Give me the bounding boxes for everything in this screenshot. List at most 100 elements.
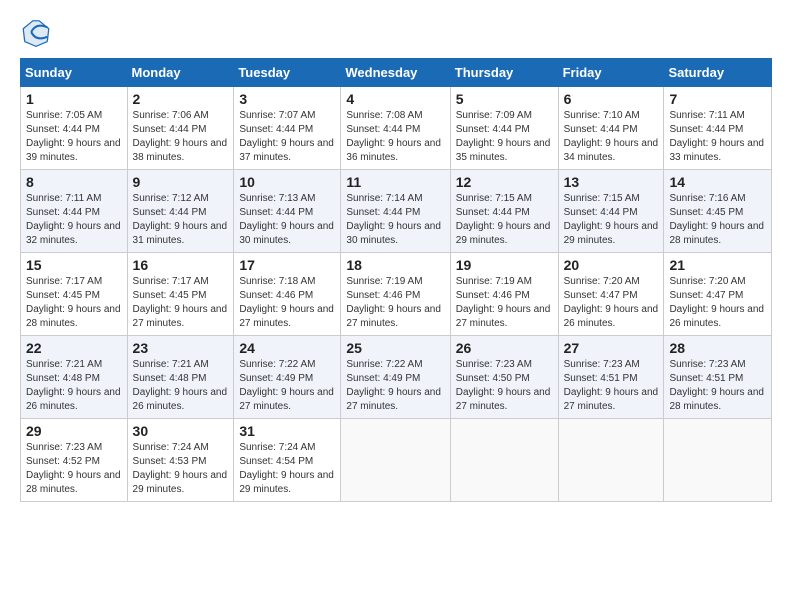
day-info: Sunrise: 7:21 AMSunset: 4:48 PMDaylight:… xyxy=(133,358,229,414)
day-info: Sunrise: 7:16 AMSunset: 4:45 PMDaylight:… xyxy=(669,192,766,248)
day-info: Sunrise: 7:13 AMSunset: 4:44 PMDaylight:… xyxy=(239,192,335,248)
day-info: Sunrise: 7:23 AMSunset: 4:51 PMDaylight:… xyxy=(669,358,766,414)
col-header-monday: Monday xyxy=(127,59,234,87)
col-header-thursday: Thursday xyxy=(450,59,558,87)
calendar-cell xyxy=(450,419,558,502)
day-info: Sunrise: 7:11 AMSunset: 4:44 PMDaylight:… xyxy=(669,109,766,165)
calendar-cell: 25 Sunrise: 7:22 AMSunset: 4:49 PMDayligh… xyxy=(341,336,450,419)
day-number: 14 xyxy=(669,174,766,190)
day-number: 22 xyxy=(26,340,122,356)
day-info: Sunrise: 7:20 AMSunset: 4:47 PMDaylight:… xyxy=(669,275,766,331)
calendar-cell: 10 Sunrise: 7:13 AMSunset: 4:44 PMDayligh… xyxy=(234,170,341,253)
calendar-cell: 8Sunrise: 7:11 AMSunset: 4:44 PMDaylight… xyxy=(21,170,128,253)
day-info: Sunrise: 7:14 AMSunset: 4:44 PMDaylight:… xyxy=(346,192,444,248)
calendar-cell xyxy=(341,419,450,502)
calendar-cell: 22 Sunrise: 7:21 AMSunset: 4:48 PMDayligh… xyxy=(21,336,128,419)
day-number: 10 xyxy=(239,174,335,190)
calendar-cell: 24 Sunrise: 7:22 AMSunset: 4:49 PMDayligh… xyxy=(234,336,341,419)
day-number: 31 xyxy=(239,423,335,439)
calendar-cell: 9Sunrise: 7:12 AMSunset: 4:44 PMDaylight… xyxy=(127,170,234,253)
calendar-cell: 3Sunrise: 7:07 AMSunset: 4:44 PMDaylight… xyxy=(234,87,341,170)
day-number: 29 xyxy=(26,423,122,439)
day-number: 28 xyxy=(669,340,766,356)
day-number: 30 xyxy=(133,423,229,439)
day-info: Sunrise: 7:24 AMSunset: 4:53 PMDaylight:… xyxy=(133,441,229,497)
day-number: 15 xyxy=(26,257,122,273)
day-number: 25 xyxy=(346,340,444,356)
week-row-5: 29 Sunrise: 7:23 AMSunset: 4:52 PMDayligh… xyxy=(21,419,772,502)
calendar-cell: 5 Sunrise: 7:09 AMSunset: 4:44 PMDaylight… xyxy=(450,87,558,170)
day-number: 11 xyxy=(346,174,444,190)
week-row-1: 1 Sunrise: 7:05 AMSunset: 4:44 PMDaylight… xyxy=(21,87,772,170)
calendar-cell: 11 Sunrise: 7:14 AMSunset: 4:44 PMDayligh… xyxy=(341,170,450,253)
page: SundayMondayTuesdayWednesdayThursdayFrid… xyxy=(0,0,792,512)
day-number: 26 xyxy=(456,340,553,356)
day-info: Sunrise: 7:19 AMSunset: 4:46 PMDaylight:… xyxy=(456,275,553,331)
calendar-table: SundayMondayTuesdayWednesdayThursdayFrid… xyxy=(20,58,772,502)
calendar-cell: 31Sunrise: 7:24 AMSunset: 4:54 PMDayligh… xyxy=(234,419,341,502)
day-info: Sunrise: 7:06 AMSunset: 4:44 PMDaylight:… xyxy=(133,109,229,165)
day-number: 6 xyxy=(564,91,659,107)
day-info: Sunrise: 7:09 AMSunset: 4:44 PMDaylight:… xyxy=(456,109,553,165)
day-number: 4 xyxy=(346,91,444,107)
day-number: 18 xyxy=(346,257,444,273)
day-info: Sunrise: 7:08 AMSunset: 4:44 PMDaylight:… xyxy=(346,109,444,165)
calendar-cell: 28 Sunrise: 7:23 AMSunset: 4:51 PMDayligh… xyxy=(664,336,772,419)
week-row-2: 8Sunrise: 7:11 AMSunset: 4:44 PMDaylight… xyxy=(21,170,772,253)
calendar-cell: 15Sunrise: 7:17 AMSunset: 4:45 PMDayligh… xyxy=(21,253,128,336)
day-info: Sunrise: 7:11 AMSunset: 4:44 PMDaylight:… xyxy=(26,192,122,248)
week-row-4: 22 Sunrise: 7:21 AMSunset: 4:48 PMDayligh… xyxy=(21,336,772,419)
calendar-cell: 29 Sunrise: 7:23 AMSunset: 4:52 PMDayligh… xyxy=(21,419,128,502)
logo xyxy=(20,16,56,48)
calendar-cell: 4 Sunrise: 7:08 AMSunset: 4:44 PMDaylight… xyxy=(341,87,450,170)
day-info: Sunrise: 7:21 AMSunset: 4:48 PMDaylight:… xyxy=(26,358,122,414)
calendar-cell: 6 Sunrise: 7:10 AMSunset: 4:44 PMDaylight… xyxy=(558,87,664,170)
day-number: 21 xyxy=(669,257,766,273)
day-info: Sunrise: 7:05 AMSunset: 4:44 PMDaylight:… xyxy=(26,109,122,165)
day-info: Sunrise: 7:23 AMSunset: 4:51 PMDaylight:… xyxy=(564,358,659,414)
day-info: Sunrise: 7:20 AMSunset: 4:47 PMDaylight:… xyxy=(564,275,659,331)
calendar-cell: 17Sunrise: 7:18 AMSunset: 4:46 PMDayligh… xyxy=(234,253,341,336)
day-number: 12 xyxy=(456,174,553,190)
calendar-cell: 13 Sunrise: 7:15 AMSunset: 4:44 PMDayligh… xyxy=(558,170,664,253)
col-header-tuesday: Tuesday xyxy=(234,59,341,87)
day-number: 24 xyxy=(239,340,335,356)
calendar-cell: 18 Sunrise: 7:19 AMSunset: 4:46 PMDayligh… xyxy=(341,253,450,336)
day-info: Sunrise: 7:23 AMSunset: 4:52 PMDaylight:… xyxy=(26,441,122,497)
calendar-cell: 16 Sunrise: 7:17 AMSunset: 4:45 PMDayligh… xyxy=(127,253,234,336)
calendar-cell: 2 Sunrise: 7:06 AMSunset: 4:44 PMDaylight… xyxy=(127,87,234,170)
col-header-sunday: Sunday xyxy=(21,59,128,87)
day-info: Sunrise: 7:15 AMSunset: 4:44 PMDaylight:… xyxy=(564,192,659,248)
day-number: 19 xyxy=(456,257,553,273)
week-row-3: 15 Sunrise: 7:17 AMSunset: 4:45 PMDayligh… xyxy=(21,253,772,336)
day-number: 3 xyxy=(239,91,335,107)
day-info: Sunrise: 7:18 AMSunset: 4:46 PMDaylight:… xyxy=(239,275,335,331)
day-info: Sunrise: 7:15 AMSunset: 4:44 PMDaylight:… xyxy=(456,192,553,248)
calendar-cell xyxy=(664,419,772,502)
calendar-cell xyxy=(558,419,664,502)
day-number: 20 xyxy=(564,257,659,273)
day-info: Sunrise: 7:23 AMSunset: 4:50 PMDaylight:… xyxy=(456,358,553,414)
day-info: Sunrise: 7:17 AMSunset: 4:45 PMDaylight:… xyxy=(133,275,229,331)
day-info: Sunrise: 7:12 AMSunset: 4:44 PMDaylight:… xyxy=(133,192,229,248)
day-info: Sunrise: 7:22 AMSunset: 4:49 PMDaylight:… xyxy=(346,358,444,414)
day-number: 1 xyxy=(26,91,122,107)
calendar-cell: 19 Sunrise: 7:19 AMSunset: 4:46 PMDayligh… xyxy=(450,253,558,336)
day-info: Sunrise: 7:22 AMSunset: 4:49 PMDaylight:… xyxy=(239,358,335,414)
day-number: 13 xyxy=(564,174,659,190)
day-number: 5 xyxy=(456,91,553,107)
logo-icon xyxy=(20,16,52,48)
calendar-cell: 12 Sunrise: 7:15 AMSunset: 4:44 PMDayligh… xyxy=(450,170,558,253)
day-number: 16 xyxy=(133,257,229,273)
day-number: 27 xyxy=(564,340,659,356)
calendar-cell: 14 Sunrise: 7:16 AMSunset: 4:45 PMDayligh… xyxy=(664,170,772,253)
calendar-cell: 1 Sunrise: 7:05 AMSunset: 4:44 PMDaylight… xyxy=(21,87,128,170)
day-number: 7 xyxy=(669,91,766,107)
calendar-cell: 20 Sunrise: 7:20 AMSunset: 4:47 PMDayligh… xyxy=(558,253,664,336)
calendar-cell: 26 Sunrise: 7:23 AMSunset: 4:50 PMDayligh… xyxy=(450,336,558,419)
day-info: Sunrise: 7:10 AMSunset: 4:44 PMDaylight:… xyxy=(564,109,659,165)
day-number: 2 xyxy=(133,91,229,107)
col-header-saturday: Saturday xyxy=(664,59,772,87)
calendar-cell: 23Sunrise: 7:21 AMSunset: 4:48 PMDayligh… xyxy=(127,336,234,419)
day-info: Sunrise: 7:19 AMSunset: 4:46 PMDaylight:… xyxy=(346,275,444,331)
